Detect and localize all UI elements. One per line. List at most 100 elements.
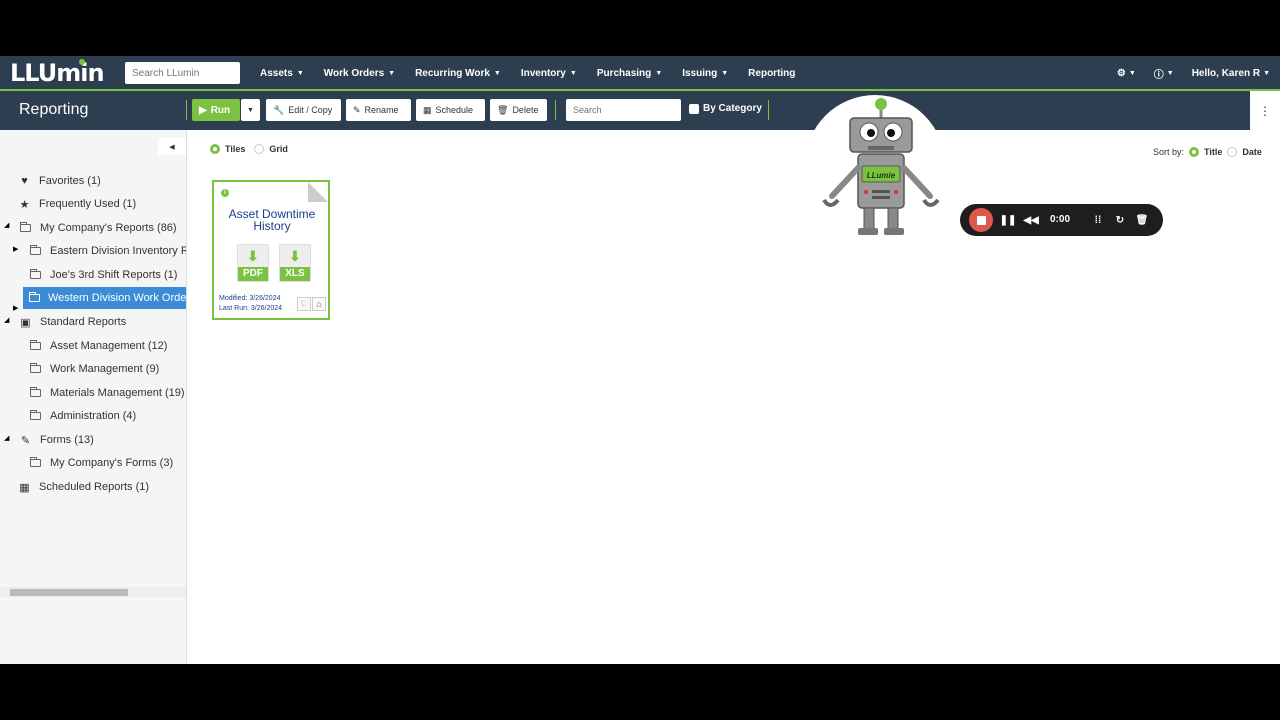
page-title: Reporting [19,101,89,118]
expanded-triangle-icon[interactable]: ◢ [4,316,9,324]
run-label: Run [210,104,231,116]
collapse-sidebar-button[interactable]: ◀ [158,138,186,155]
tree-item-favorites[interactable]: ♥ Favorites (1) [18,171,101,191]
edit-copy-button[interactable]: 🔧 Edit / Copy [266,99,341,121]
tiles-radio[interactable] [210,144,220,154]
delete-button[interactable]: 🗑 Delete [490,99,547,121]
home-icon: ⌂ [316,299,322,309]
menu-recurring-work[interactable]: Recurring Work ▼ [415,68,501,79]
more-options-button[interactable]: ⋮ [1250,91,1280,130]
menu-label: Assets [260,67,293,79]
by-category-label: By Category [703,103,762,114]
info-icon: ⓘ [1153,69,1164,81]
rename-button[interactable]: ✎ Rename [346,99,411,121]
expanded-triangle-icon[interactable]: ◢ [4,434,9,442]
tree-item-label: My Company's Forms (3) [50,457,174,469]
sort-title-label[interactable]: Title [1204,147,1222,157]
sort-date-label[interactable]: Date [1242,147,1262,157]
run-button[interactable]: ▶ Run [192,99,240,121]
tree-item-label: Standard Reports [40,316,127,328]
tree-item-standard-reports[interactable]: ▣ Standard Reports [19,312,126,332]
screen-recorder-bar: ❚❚ ◀◀ 0:00 ⁞⁞ ↻ 🗑 [960,204,1163,236]
download-arrow-icon: ⬇ [247,248,259,264]
folder-icon [29,269,42,281]
settings-menu[interactable]: ⚙ ▼ [1117,68,1136,79]
tiles-label[interactable]: Tiles [225,144,245,154]
expanded-triangle-icon[interactable]: ◢ [4,221,9,229]
stop-icon [976,215,986,225]
grid-radio[interactable] [254,144,265,154]
menu-reporting[interactable]: Reporting [748,68,795,79]
chevron-down-icon: ▼ [569,69,577,77]
page-fold-corner [308,182,328,202]
collapsed-triangle-icon[interactable]: ▶ [13,304,18,312]
tree-item-frequently-used[interactable]: ★ Frequently Used (1) [18,194,137,214]
sort-title-radio[interactable] [1189,147,1200,157]
tree-item-materials-management[interactable]: Materials Management (19) [29,383,185,403]
report-search-input[interactable] [566,99,681,121]
tree-item-my-company-reports[interactable]: My Company's Reports (86) [19,218,177,238]
rewind-button[interactable]: ◀◀ [1023,213,1038,227]
tree-item-western-division[interactable]: Western Division Work Order [23,287,186,309]
collapsed-triangle-icon[interactable]: ▶ [13,245,18,253]
view-mode-toggle: Tiles Grid [210,144,288,154]
logo-dot [79,59,85,65]
scrollbar-thumb[interactable] [10,589,128,596]
schedule-button[interactable]: ▦ Schedule [416,99,485,121]
tree-item-forms[interactable]: ✎ Forms (13) [19,430,94,450]
help-menu[interactable]: ⓘ ▼ [1154,66,1174,81]
stop-recording-button[interactable] [969,208,993,232]
favorite-button[interactable]: ♡ [297,297,311,311]
tree-item-eastern-division[interactable]: Eastern Division Inventory Re [29,241,186,261]
menu-label: Issuing [682,67,718,79]
tree-item-label: Asset Management (12) [50,340,168,352]
folder-icon [29,457,42,469]
menu-assets[interactable]: Assets ▼ [260,68,304,79]
folder-icon [29,245,42,257]
chevron-down-icon: ▼ [247,106,254,114]
by-category-toggle[interactable]: By Category [689,103,762,114]
wrench-icon: 🔧 [273,104,285,115]
discard-button[interactable]: 🗑 [1135,213,1149,227]
report-tile[interactable]: i Asset Downtime History ⬇ PDF ⬇ XLS Mod… [212,180,330,320]
main-menu: Assets ▼ Work Orders ▼ Recurring Work ▼ Inv… [260,56,815,90]
heart-icon: ♥ [21,175,28,187]
tree-item-administration[interactable]: Administration (4) [29,406,136,426]
delete-label: Delete [512,105,539,115]
sort-date-radio[interactable] [1227,147,1238,157]
info-icon[interactable]: i [221,189,229,197]
grid-button[interactable]: ⁞⁞ [1091,213,1105,227]
folder-open-icon [19,222,32,234]
tree-item-work-management[interactable]: Work Management (9) [29,359,159,379]
tree-item-joes-3rd-shift[interactable]: Joe's 3rd Shift Reports (1) [29,265,177,285]
tree-item-my-company-forms[interactable]: My Company's Forms (3) [29,453,173,473]
llumin-logo[interactable]: LLUmin [10,59,105,87]
user-menu[interactable]: Hello, Karen R ▼ [1192,68,1270,79]
by-category-checkbox[interactable] [689,103,699,114]
download-xls-button[interactable]: ⬇ XLS [279,244,311,282]
folder-icon [29,292,40,304]
recording-timer: 0:00 [1050,214,1071,225]
tree-item-scheduled-reports[interactable]: ▦ Scheduled Reports (1) [18,477,149,497]
global-search-input[interactable] [125,62,240,84]
sort-by-label: Sort by: [1153,147,1185,157]
tree-item-asset-management[interactable]: Asset Management (12) [29,336,167,356]
toolbar-divider [555,100,556,120]
home-button[interactable]: ⌂ [312,297,326,311]
download-pdf-button[interactable]: ⬇ PDF [237,244,269,282]
menu-label: Purchasing [596,67,652,79]
sidebar-horizontal-scrollbar[interactable] [0,587,186,597]
restart-button[interactable]: ↻ [1113,213,1127,227]
pause-button[interactable]: ❚❚ [1000,213,1017,227]
chevron-down-icon: ▼ [1263,69,1270,77]
run-dropdown-button[interactable]: ▼ [241,99,260,121]
menu-work-orders[interactable]: Work Orders ▼ [324,68,395,79]
star-icon: ★ [19,198,30,211]
llumie-robot-mascot[interactable]: LLumie [820,96,944,238]
chevron-down-icon: ▼ [388,69,396,77]
grid-label[interactable]: Grid [269,144,288,154]
menu-inventory[interactable]: Inventory ▼ [521,68,577,79]
menu-issuing[interactable]: Issuing ▼ [682,68,728,79]
report-title[interactable]: Asset Downtime History [220,208,324,232]
menu-purchasing[interactable]: Purchasing ▼ [597,68,662,79]
